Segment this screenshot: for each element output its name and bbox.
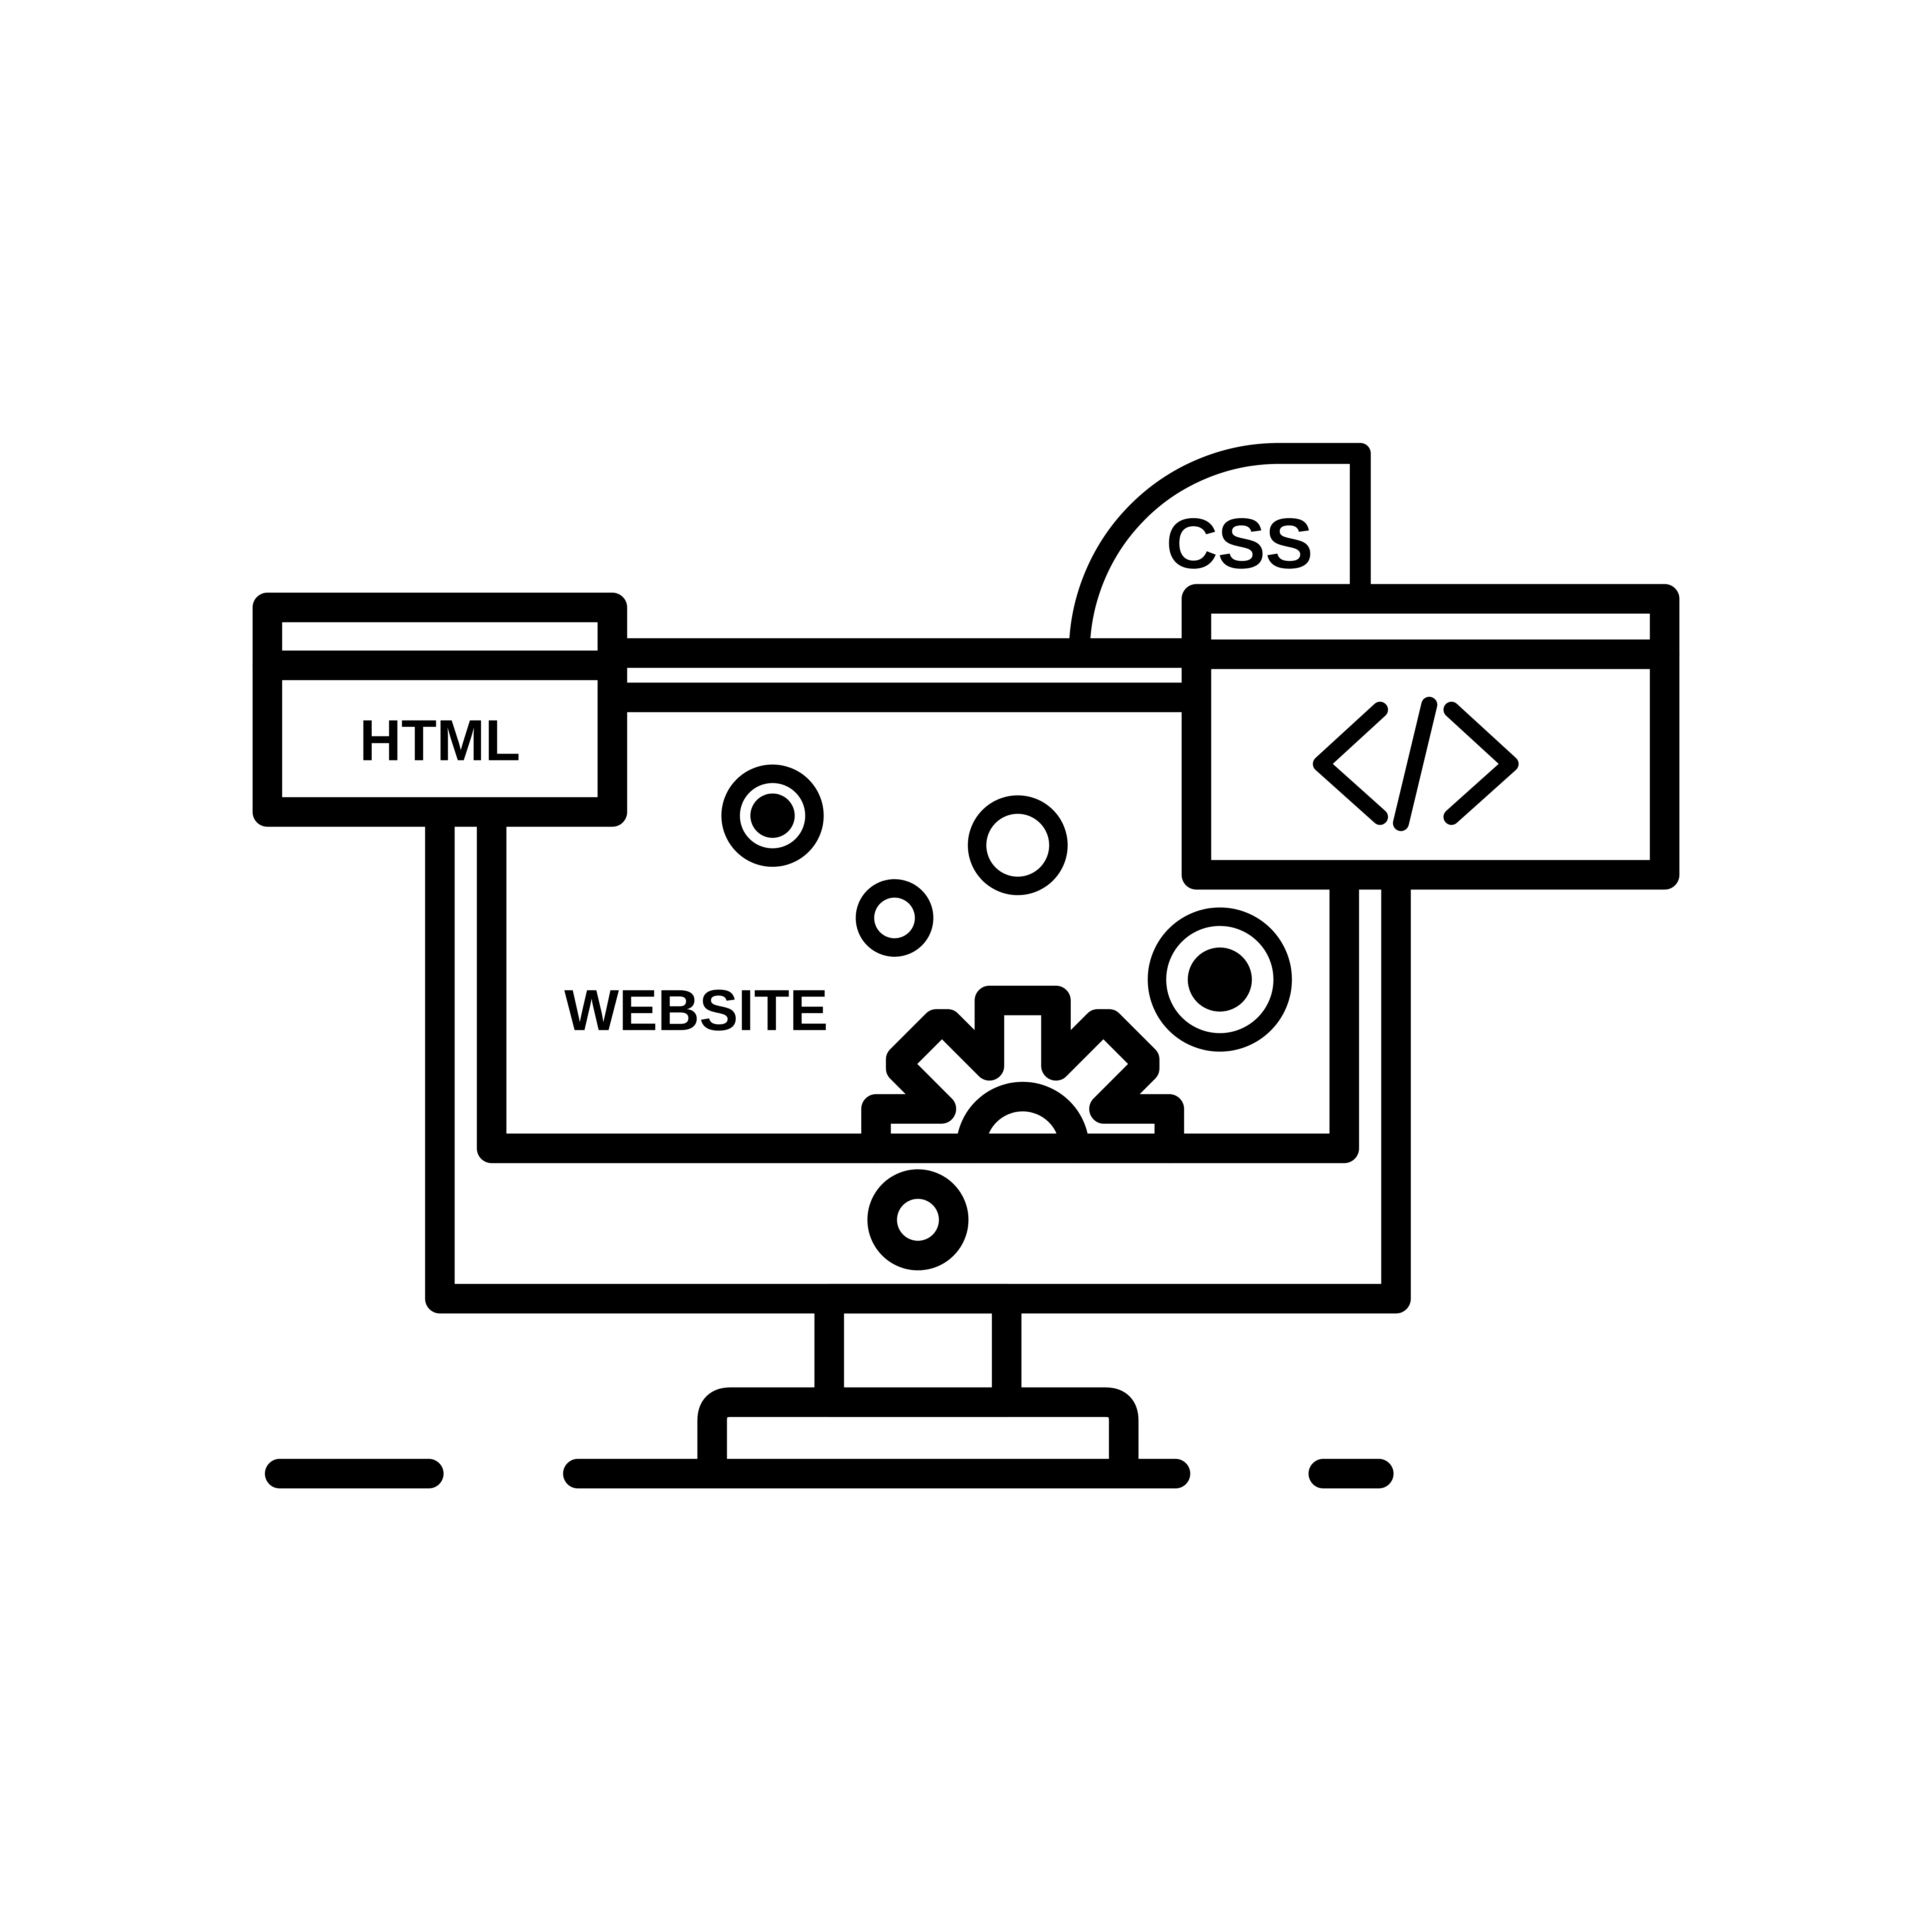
- bubble-ring-5: [867, 1169, 969, 1270]
- html-label: HTML: [359, 707, 520, 772]
- monitor-neck: [814, 1284, 1022, 1417]
- bubble-dot-4: [1187, 947, 1252, 1012]
- website-label: WEBSITE: [564, 978, 828, 1043]
- css-label: CSS: [1166, 504, 1313, 583]
- gear-icon: [861, 986, 1184, 1163]
- illustration-canvas: HTML CSS WEBSITE: [252, 443, 1680, 1489]
- bubble-dot-1: [750, 793, 795, 838]
- web-development-illustration: HTML CSS WEBSITE: [0, 0, 1932, 1932]
- bubble-ring-2: [968, 795, 1068, 895]
- bubble-ring-3: [855, 879, 934, 957]
